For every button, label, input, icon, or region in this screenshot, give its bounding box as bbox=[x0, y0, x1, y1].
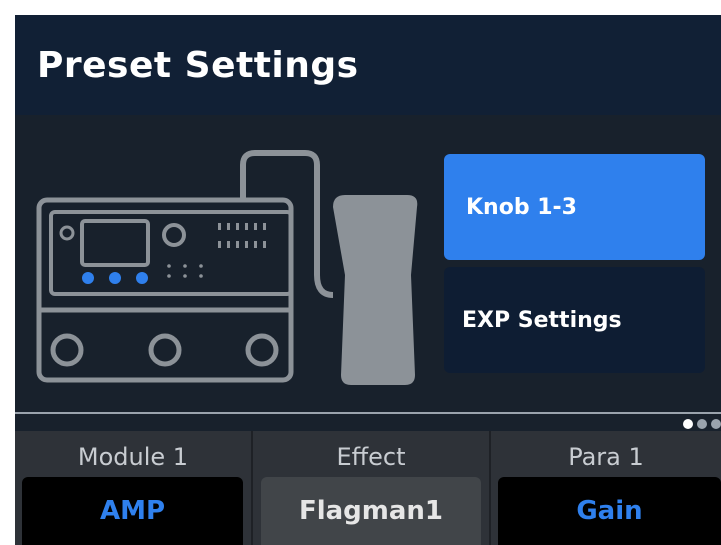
header-bar: Preset Settings bbox=[15, 15, 721, 115]
menu-item-knob-1-3[interactable]: Knob 1-3 bbox=[444, 154, 705, 260]
pedal-body bbox=[36, 197, 294, 383]
param-effect[interactable]: Effect Flagman1 bbox=[253, 431, 491, 545]
page-indicator bbox=[683, 417, 721, 431]
footswitch-icon bbox=[245, 333, 279, 367]
footswitch-icon bbox=[50, 333, 84, 367]
param-value[interactable]: AMP bbox=[22, 477, 243, 545]
footswitch-icon bbox=[148, 333, 182, 367]
divider bbox=[15, 412, 721, 414]
menu-item-exp-settings[interactable]: EXP Settings bbox=[444, 267, 705, 373]
parameter-bar: Module 1 AMP Effect Flagman1 Para 1 Gain bbox=[15, 431, 721, 545]
param-value[interactable]: Gain bbox=[498, 477, 721, 545]
knob-3-icon bbox=[136, 272, 148, 284]
param-para-1[interactable]: Para 1 Gain bbox=[491, 431, 721, 545]
page-dot bbox=[697, 419, 707, 429]
page-dot bbox=[711, 419, 721, 429]
menu-item-label: EXP Settings bbox=[462, 307, 622, 333]
param-value[interactable]: Flagman1 bbox=[261, 477, 481, 545]
param-label: Module 1 bbox=[77, 443, 189, 471]
menu-item-label: Knob 1-3 bbox=[466, 194, 577, 220]
param-module-1[interactable]: Module 1 AMP bbox=[15, 431, 253, 545]
param-label: Para 1 bbox=[568, 443, 644, 471]
knob-1-icon bbox=[82, 272, 94, 284]
page-title: Preset Settings bbox=[37, 45, 359, 86]
knob-2-icon bbox=[109, 272, 121, 284]
pedal-and-expression-illustration bbox=[36, 150, 418, 385]
device-screen: Preset Settings Knob 1-3 EXP Settings Mo… bbox=[15, 15, 721, 545]
page-dot-active bbox=[683, 419, 693, 429]
expression-pedal-icon bbox=[333, 195, 418, 385]
param-label: Effect bbox=[336, 443, 406, 471]
